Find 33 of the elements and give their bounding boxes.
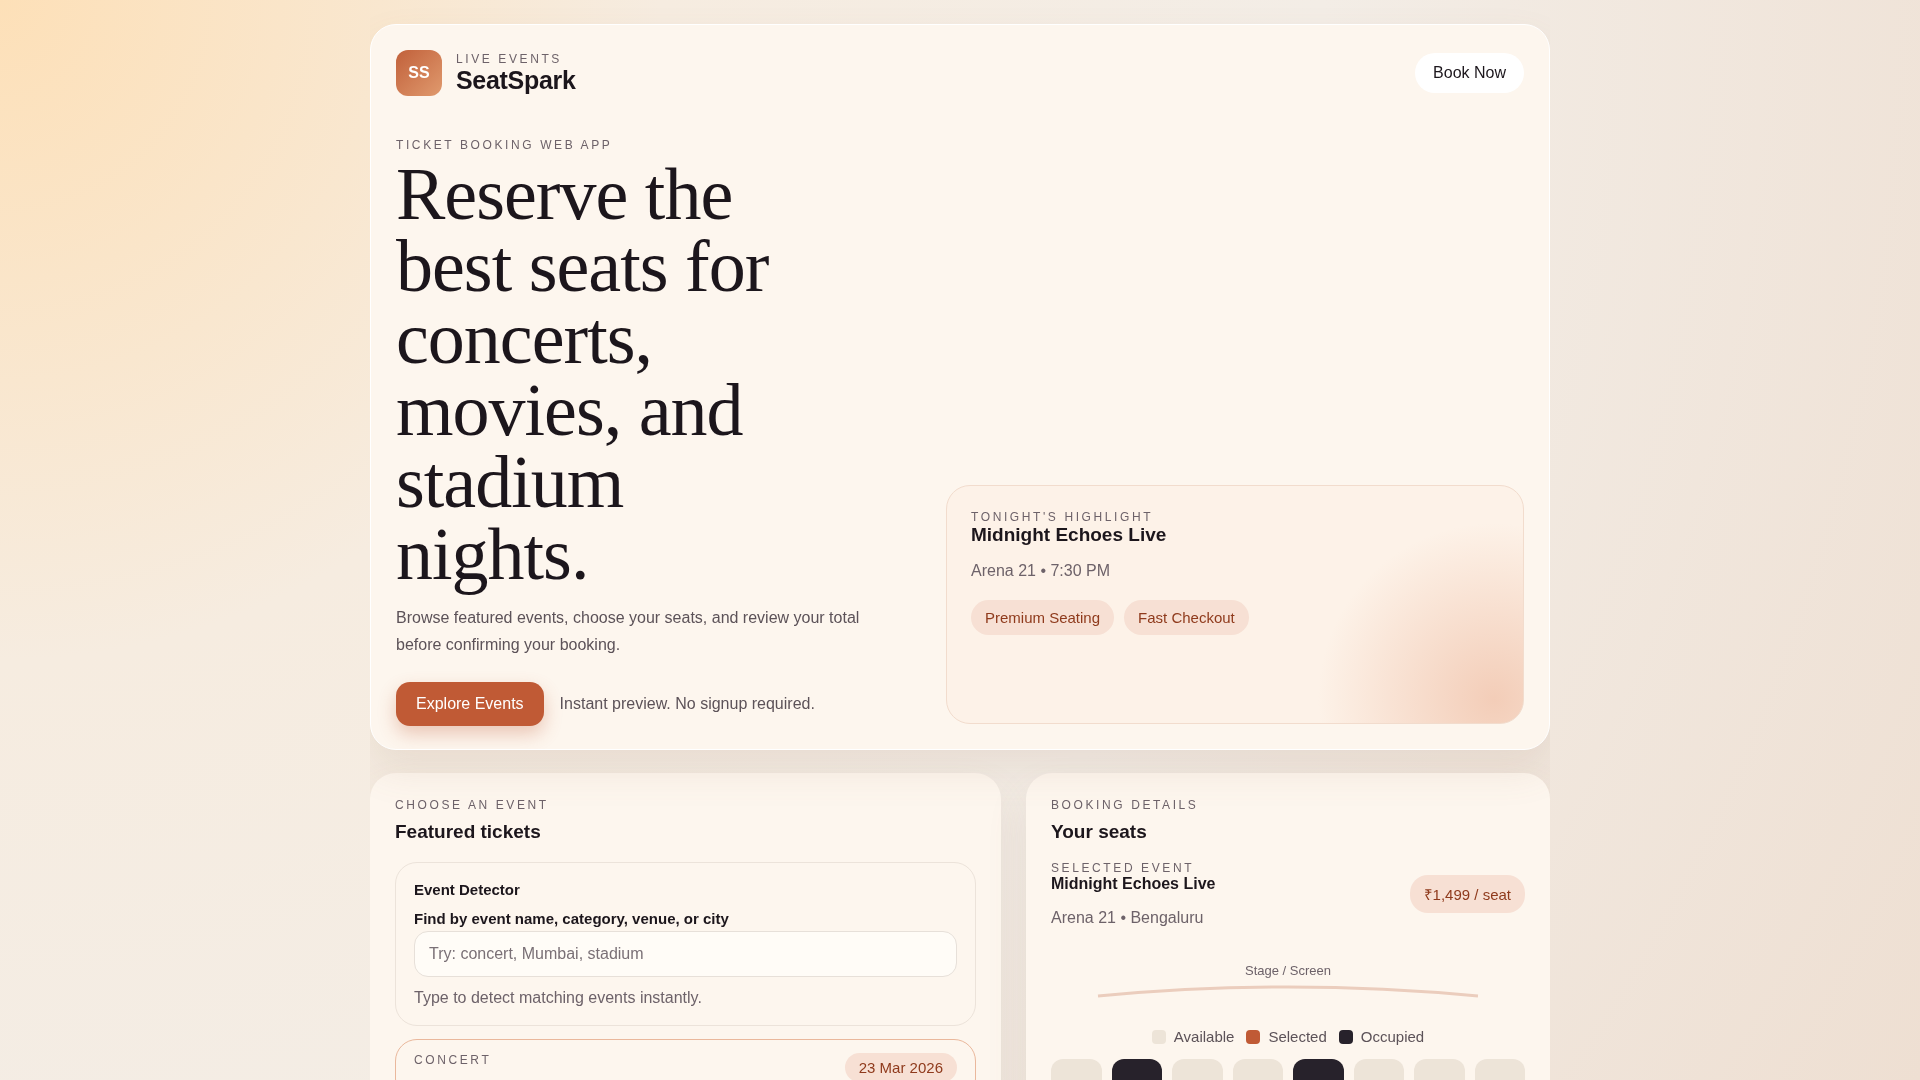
highlight-eyebrow: TONIGHT'S HIGHLIGHT — [971, 510, 1155, 524]
feature-tag: Fast Checkout — [1124, 600, 1249, 635]
event-category: CONCERT — [414, 1053, 492, 1067]
hero-eyebrow: TICKET BOOKING WEB APP — [396, 138, 614, 152]
highlight-meta: Arena 21 • 7:30 PM — [971, 562, 1111, 580]
book-now-button[interactable]: Book Now — [1415, 53, 1524, 93]
event-card[interactable]: CONCERT 23 Mar 2026 — [395, 1039, 976, 1080]
price-tag: ₹1,499 / seat — [1409, 875, 1525, 913]
legend-label: Selected — [1268, 1028, 1327, 1045]
explore-events-button[interactable]: Explore Events — [396, 682, 544, 726]
logo: SS — [396, 50, 442, 96]
selected-event-title: Midnight Echoes Live — [1051, 875, 1216, 893]
brand-name: SeatSpark — [456, 65, 576, 95]
hero-note: Instant preview. No signup required. — [559, 695, 815, 713]
legend-label: Occupied — [1360, 1028, 1425, 1045]
section-eyebrow: CHOOSE AN EVENT — [395, 798, 550, 812]
stage-label: Stage / Screen — [1245, 963, 1331, 978]
section-eyebrow: BOOKING DETAILS — [1051, 798, 1200, 812]
section-title: Featured tickets — [395, 821, 542, 843]
brand-tagline: LIVE EVENTS — [456, 51, 563, 66]
field-label: Find by event name, category, venue, or city — [414, 910, 730, 927]
selected-event-venue: Arena 21 • Bengaluru — [1051, 909, 1205, 927]
search-field[interactable]: Try: concert, Mumbai, stadium — [414, 931, 957, 977]
detector-title: Event Detector — [414, 881, 521, 898]
section-title: Your seats — [1051, 821, 1148, 843]
hero-description: Browse featured events, choose your seats, and review your total before confirming your booking. — [396, 608, 861, 655]
highlight-title: Midnight Echoes Live — [971, 524, 1168, 546]
legend-label: Available — [1173, 1028, 1235, 1045]
selected-event-label: SELECTED EVENT — [1051, 861, 1196, 875]
hero-heading: Reserve the best seats for concerts, movies, and stadium nights. — [396, 152, 770, 597]
detector-hint: Type to detect matching events instantly. — [414, 989, 703, 1007]
feature-tag: Premium Seating — [971, 600, 1115, 635]
event-date: 23 Mar 2026 — [844, 1053, 957, 1080]
